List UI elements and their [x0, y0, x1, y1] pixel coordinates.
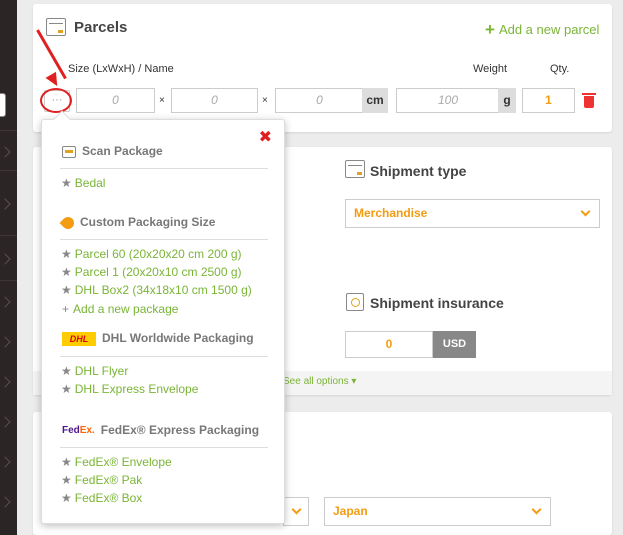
- plus-icon: +: [62, 302, 70, 316]
- chevron-right-icon[interactable]: [0, 456, 11, 468]
- star-icon: ★: [61, 176, 72, 190]
- insurance-currency[interactable]: USD: [433, 331, 476, 358]
- rocket-icon: [59, 214, 77, 232]
- printer-icon: [62, 145, 76, 158]
- dhl-item[interactable]: ★ DHL Express Envelope: [61, 382, 198, 396]
- width-input[interactable]: 0: [171, 88, 258, 113]
- size-column-label: Size (LxWxH) / Name: [68, 63, 174, 75]
- insurance-icon: [346, 293, 364, 311]
- divider: [60, 447, 268, 448]
- sidebar-input[interactable]: [0, 93, 6, 117]
- custom-item[interactable]: ★ Parcel 60 (20x20x20 cm 200 g): [61, 247, 242, 261]
- chevron-right-icon[interactable]: [0, 198, 11, 210]
- star-icon: ★: [61, 364, 72, 378]
- close-icon[interactable]: ✖: [259, 127, 272, 147]
- custom-item-label: Parcel 1 (20x20x10 cm 2500 g): [74, 265, 242, 279]
- length-input[interactable]: 0: [76, 88, 155, 113]
- quantity-input[interactable]: 1: [522, 88, 575, 113]
- dhl-item[interactable]: ★ DHL Flyer: [61, 364, 128, 378]
- chevron-down-icon: [580, 206, 591, 217]
- divider: [60, 356, 268, 357]
- sidebar-divider: [0, 280, 17, 281]
- scan-package-heading: Scan Package: [62, 144, 163, 158]
- scan-item-label: Bedal: [74, 176, 106, 190]
- shipment-insurance-title: Shipment insurance: [370, 295, 504, 311]
- star-icon: ★: [61, 491, 72, 505]
- dhl-heading: DHL DHL Worldwide Packaging: [62, 331, 254, 346]
- shipment-type-title: Shipment type: [370, 163, 467, 179]
- chevron-right-icon[interactable]: [0, 253, 11, 265]
- divider: [60, 168, 268, 169]
- weight-unit: g: [498, 88, 516, 113]
- star-icon: ★: [61, 265, 72, 279]
- package-icon: [46, 18, 66, 36]
- custom-item-label: DHL Box2 (34x18x10 cm 1500 g): [74, 283, 252, 297]
- left-sidebar: [0, 0, 17, 535]
- fedex-logo: FedEx.: [62, 425, 95, 437]
- package-icon: [345, 160, 365, 178]
- fedex-item[interactable]: ★ FedEx® Envelope: [61, 455, 172, 469]
- sidebar-divider: [0, 170, 17, 171]
- star-icon: ★: [61, 473, 72, 487]
- dhl-item-label: DHL Express Envelope: [74, 382, 199, 396]
- fedex-item[interactable]: ★ FedEx® Pak: [61, 473, 142, 487]
- star-icon: ★: [61, 283, 72, 297]
- weight-input[interactable]: 100: [396, 88, 500, 113]
- add-parcel-link[interactable]: + Add a new parcel: [485, 19, 599, 39]
- sidebar-divider: [0, 130, 17, 131]
- height-input[interactable]: 0: [275, 88, 364, 113]
- chevron-right-icon[interactable]: [0, 296, 11, 308]
- chevron-right-icon[interactable]: [0, 416, 11, 428]
- star-icon: ★: [61, 247, 72, 261]
- shipment-type-select[interactable]: Merchandise: [345, 199, 600, 228]
- star-icon: ★: [61, 382, 72, 396]
- fedex-item[interactable]: ★ FedEx® Box: [61, 491, 142, 505]
- custom-size-label: Custom Packaging Size: [80, 215, 216, 229]
- package-options-popup: ✖ Scan Package ★ Bedal Custom Packaging S…: [41, 110, 285, 524]
- custom-item-label: Parcel 60 (20x20x20 cm 200 g): [74, 247, 242, 261]
- dhl-item-label: DHL Flyer: [74, 364, 129, 378]
- dhl-label: DHL Worldwide Packaging: [102, 331, 254, 345]
- fedex-item-label: FedEx® Envelope: [74, 455, 172, 469]
- partial-select[interactable]: [283, 497, 309, 526]
- chevron-right-icon[interactable]: [0, 376, 11, 388]
- chevron-right-icon[interactable]: [0, 146, 11, 158]
- add-parcel-label: Add a new parcel: [498, 22, 600, 37]
- plus-icon: +: [485, 20, 495, 39]
- times-symbol: ×: [159, 95, 165, 106]
- sidebar-divider: [0, 235, 17, 236]
- fedex-item-label: FedEx® Box: [74, 491, 143, 505]
- fedex-item-label: FedEx® Pak: [74, 473, 143, 487]
- add-package-link[interactable]: + Add a new package: [62, 302, 178, 316]
- add-package-label: Add a new package: [73, 302, 179, 316]
- parcels-title: Parcels: [74, 19, 128, 36]
- trash-icon[interactable]: [582, 93, 596, 108]
- qty-column-label: Qty.: [550, 63, 570, 75]
- country-select[interactable]: Japan: [324, 497, 551, 526]
- fedex-heading: FedEx. FedEx® Express Packaging: [62, 423, 259, 437]
- see-all-options-link[interactable]: See all options ▾: [283, 376, 356, 387]
- star-icon: ★: [61, 455, 72, 469]
- annotation-circle: [40, 88, 72, 113]
- weight-column-label: Weight: [473, 63, 508, 75]
- dimension-unit: cm: [362, 88, 388, 113]
- insurance-amount-input[interactable]: 0: [345, 331, 433, 358]
- chevron-down-icon: [291, 504, 302, 515]
- parcels-card: Parcels + Add a new parcel Size (LxWxH) /…: [33, 4, 612, 132]
- scan-item[interactable]: ★ Bedal: [61, 176, 105, 190]
- custom-item[interactable]: ★ DHL Box2 (34x18x10 cm 1500 g): [61, 283, 252, 297]
- times-symbol: ×: [262, 95, 268, 106]
- chevron-right-icon[interactable]: [0, 496, 11, 508]
- dhl-logo: DHL: [62, 331, 96, 346]
- divider: [60, 239, 268, 240]
- custom-size-heading: Custom Packaging Size: [59, 214, 216, 232]
- chevron-right-icon[interactable]: [0, 336, 11, 348]
- fedex-label: FedEx® Express Packaging: [100, 423, 260, 437]
- scan-package-label: Scan Package: [82, 144, 163, 158]
- chevron-down-icon: [531, 504, 542, 515]
- shipment-type-value: Merchandise: [354, 206, 428, 220]
- custom-item[interactable]: ★ Parcel 1 (20x20x10 cm 2500 g): [61, 265, 242, 279]
- country-value: Japan: [333, 504, 368, 518]
